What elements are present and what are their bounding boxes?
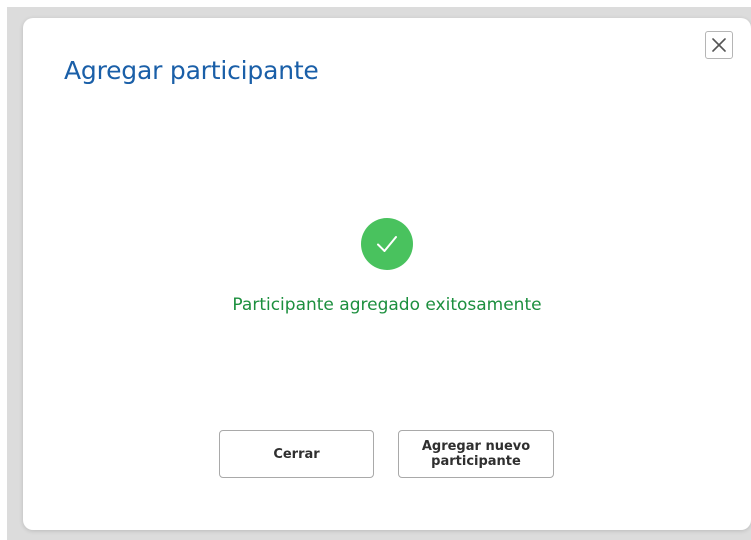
close-button[interactable]: Cerrar xyxy=(219,430,374,478)
add-participant-dialog: Agregar participante Participante agrega… xyxy=(23,18,751,530)
success-message: Participante agregado exitosamente xyxy=(232,295,542,315)
add-new-participant-button[interactable]: Agregar nuevo participante xyxy=(398,430,554,478)
close-dialog-button[interactable] xyxy=(705,31,733,59)
close-icon xyxy=(712,38,726,52)
dialog-title: Agregar participante xyxy=(64,56,319,85)
checkmark-icon xyxy=(377,236,397,252)
success-check-icon xyxy=(361,218,413,270)
